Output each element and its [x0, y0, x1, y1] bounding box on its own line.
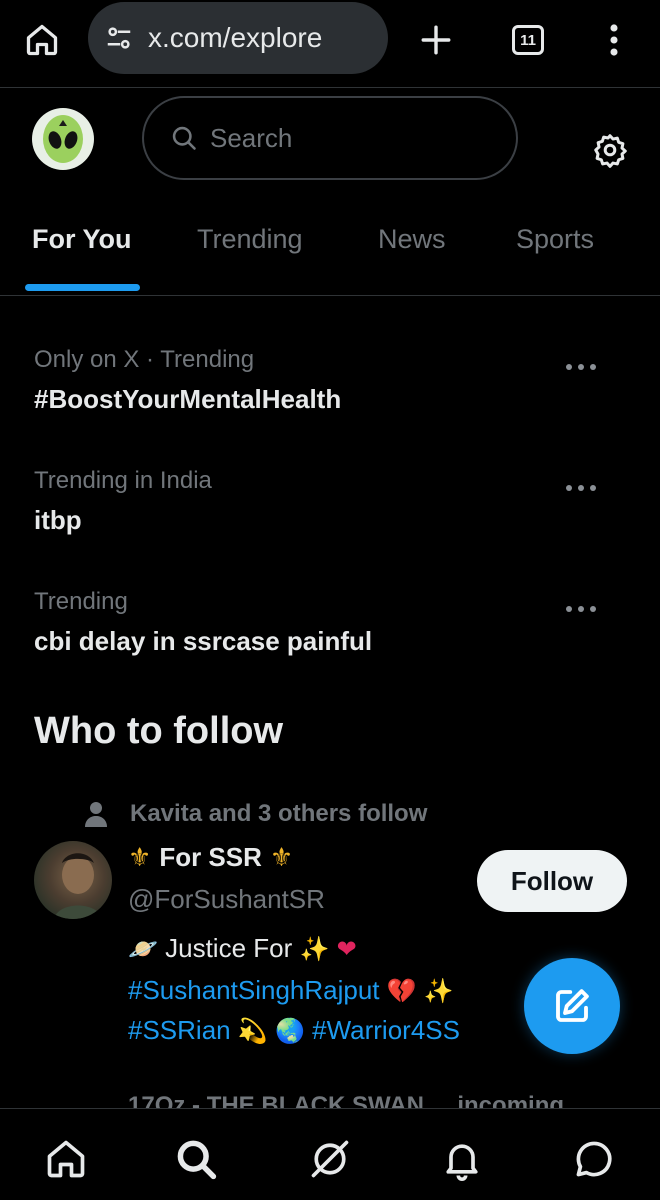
emblem-icon: ⚜	[269, 842, 294, 872]
trend-item[interactable]: Trending cbi delay in ssrcase painful	[34, 588, 634, 657]
bio-text: Justice For	[165, 933, 293, 963]
broken-heart-icon: 💔	[386, 978, 417, 1005]
site-settings-icon[interactable]	[104, 23, 134, 53]
hashtag-link[interactable]: #SushantSinghRajput	[128, 975, 380, 1005]
search-placeholder: Search	[210, 122, 293, 153]
person-icon	[85, 802, 107, 827]
sparkles-icon: ✨	[299, 936, 330, 963]
account-bio-line: 🪐 Justice For ✨ ❤	[128, 930, 548, 968]
home-icon[interactable]	[42, 1135, 90, 1183]
search-input[interactable]: Search	[142, 96, 518, 180]
trend-item[interactable]: Only on X · Trending #BoostYourMentalHea…	[34, 346, 634, 415]
account-bio-line: #SSRian 💫 🌏 #Warrior4SS	[128, 1012, 548, 1050]
tab-for-you[interactable]: For You	[32, 224, 132, 255]
compose-icon	[556, 989, 589, 1022]
new-tab-icon[interactable]	[414, 18, 458, 62]
trend-name: cbi delay in ssrcase painful	[34, 626, 373, 656]
more-options-icon[interactable]	[566, 604, 596, 614]
trend-name: #BoostYourMentalHealth	[34, 384, 342, 414]
account-name-text: For SSR	[159, 842, 262, 872]
heart-icon: ❤	[336, 936, 357, 963]
settings-icon[interactable]	[588, 128, 632, 172]
profile-avatar[interactable]	[32, 108, 94, 170]
account-handle: @ForSushantSR	[128, 884, 325, 914]
grok-icon[interactable]	[306, 1135, 354, 1183]
bottom-navigation	[0, 1108, 660, 1200]
hashtag-link[interactable]: #Warrior4SS	[312, 1015, 460, 1045]
tab-sports[interactable]: Sports	[516, 224, 594, 255]
compose-post-button[interactable]	[524, 958, 620, 1054]
url-text: x.com/explore	[148, 22, 323, 53]
active-tab-indicator	[25, 284, 140, 291]
account-bio-line: #SushantSinghRajput 💔 ✨	[128, 972, 548, 1010]
trend-context: Trending	[34, 588, 128, 615]
planet-icon: 🪐	[128, 936, 158, 963]
follow-button[interactable]: Follow	[477, 850, 627, 912]
emblem-icon: ⚜	[128, 842, 152, 872]
home-icon[interactable]	[20, 18, 64, 62]
address-bar[interactable]: x.com/explore	[88, 2, 388, 74]
trend-context: Trending in India	[34, 467, 212, 494]
globe-icon: 🌏	[274, 1018, 305, 1045]
hashtag-link[interactable]: #SSRian	[128, 1015, 231, 1045]
dizzy-icon: 💫	[237, 1018, 268, 1045]
explore-tabs: For You Trending News Sports	[0, 206, 660, 296]
social-context-text: Kavita and 3 others follow	[130, 800, 428, 827]
sparkles-icon: ✨	[423, 978, 454, 1005]
account-name[interactable]: ⚜ For SSR ⚜	[128, 842, 293, 873]
who-to-follow-title: Who to follow	[34, 710, 284, 752]
overflow-menu-icon[interactable]	[592, 18, 636, 62]
trend-item[interactable]: Trending in India itbp	[34, 467, 634, 536]
social-context: Kavita and 3 others follow	[84, 800, 427, 828]
messages-icon[interactable]	[570, 1135, 618, 1183]
search-icon	[172, 126, 196, 150]
tabs-icon[interactable]: 11	[506, 18, 550, 62]
account-avatar[interactable]	[34, 841, 112, 919]
tab-trending[interactable]: Trending	[197, 224, 303, 255]
tab-count: 11	[512, 25, 544, 55]
next-account-social-context: 17Oz - THE BLACK SWAN ... incoming	[128, 1092, 565, 1108]
tab-news[interactable]: News	[378, 224, 446, 255]
browser-toolbar: x.com/explore 11	[0, 0, 660, 88]
trend-name: itbp	[34, 505, 82, 535]
notifications-icon[interactable]	[438, 1135, 486, 1183]
trend-context: Only on X · Trending	[34, 346, 255, 373]
more-options-icon[interactable]	[566, 362, 596, 372]
more-options-icon[interactable]	[566, 483, 596, 493]
search-icon[interactable]	[172, 1135, 220, 1183]
